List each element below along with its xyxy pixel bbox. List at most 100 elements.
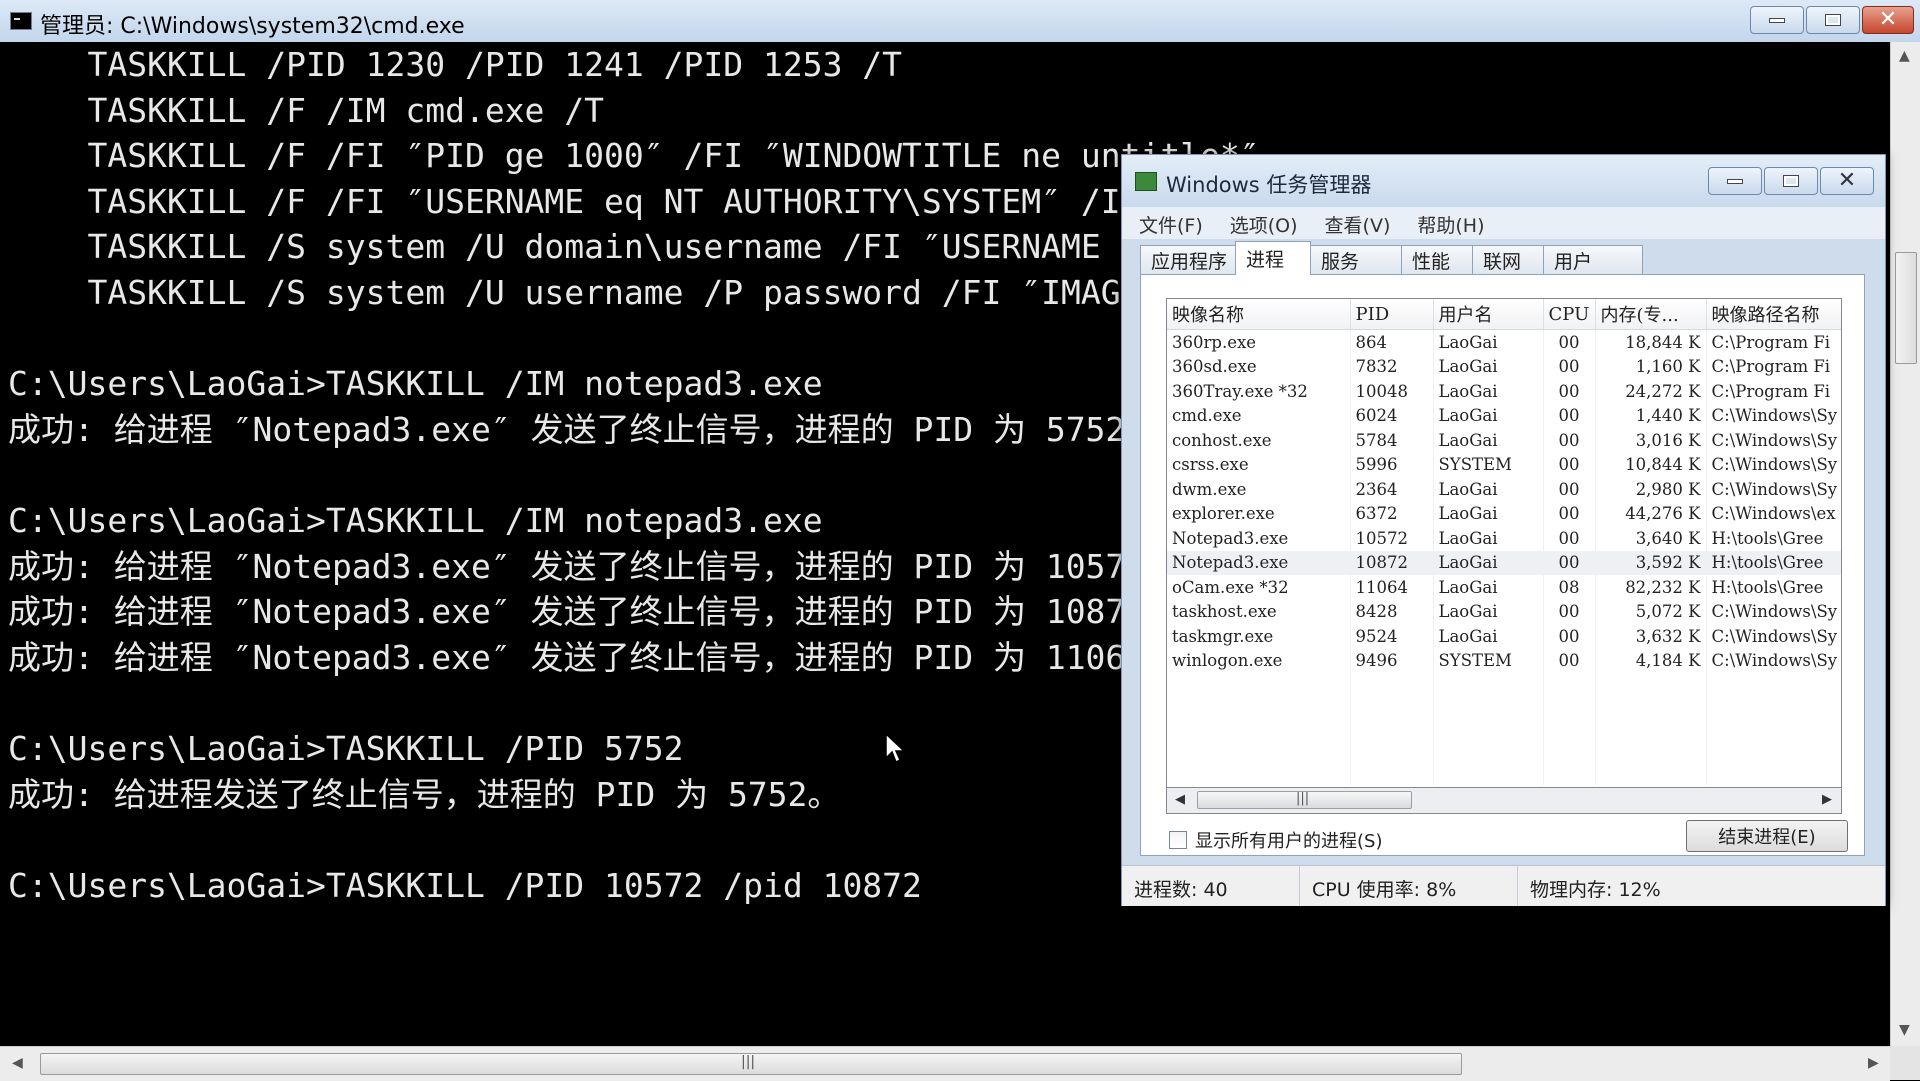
process-image-path: C:\Windows\Sy bbox=[1706, 428, 1841, 453]
scroll-right-icon[interactable]: ▶ bbox=[1822, 792, 1832, 807]
process-row[interactable]: cmd.exe 6024 LaoGai 00 1,440 K C:\Windows\Sy bbox=[1167, 403, 1841, 428]
console-horizontal-scrollbar[interactable]: ◀ ||| ▶ bbox=[0, 1046, 1890, 1081]
tab-users[interactable]: 用户 bbox=[1543, 245, 1643, 275]
column-memory[interactable]: 内存(专... bbox=[1595, 299, 1707, 330]
horizontal-scroll-thumb[interactable]: ||| bbox=[40, 1053, 1462, 1075]
status-bar: 进程数: 40 CPU 使用率: 8% 物理内存: 12% bbox=[1122, 865, 1885, 906]
column-cpu[interactable]: CPU bbox=[1543, 299, 1596, 330]
column-image-path[interactable]: 映像路径名称 bbox=[1706, 299, 1841, 330]
process-row[interactable]: explorer.exe 6372 LaoGai 00 44,276 K C:\Windo… bbox=[1167, 501, 1841, 526]
tab-performance[interactable]: 性能 bbox=[1401, 245, 1473, 275]
task-manager-titlebar[interactable]: Windows 任务管理器 ✕ bbox=[1122, 155, 1885, 207]
process-pid: 10048 bbox=[1350, 379, 1434, 404]
process-username: LaoGai bbox=[1433, 379, 1544, 404]
process-memory: 18,844 K bbox=[1595, 329, 1707, 355]
process-row[interactable]: conhost.exe 5784 LaoGai 00 3,016 K C:\Windows… bbox=[1167, 428, 1841, 453]
scroll-right-icon[interactable]: ▶ bbox=[1868, 1055, 1879, 1071]
process-image-name: oCam.exe *32 bbox=[1167, 575, 1351, 600]
grip-icon: ||| bbox=[1296, 791, 1310, 806]
vertical-scroll-thumb[interactable] bbox=[1895, 252, 1917, 364]
minimize-icon bbox=[1727, 178, 1743, 184]
tm-maximize-button[interactable] bbox=[1764, 167, 1818, 195]
console-line: 成功: 给进程 ″Notepad3.exe″ 发送了终止信号，进程的 PID 为… bbox=[8, 409, 1159, 449]
task-manager-window[interactable]: Windows 任务管理器 ✕ 文件(F) 选项(O) 查看(V) 帮助(H) … bbox=[1121, 154, 1886, 906]
process-username: LaoGai bbox=[1433, 329, 1544, 355]
process-row[interactable]: taskhost.exe 8428 LaoGai 00 5,072 K C:\Window… bbox=[1167, 599, 1841, 624]
minimize-button[interactable] bbox=[1750, 6, 1804, 34]
scroll-up-icon[interactable]: ▲ bbox=[1899, 48, 1910, 64]
maximize-button[interactable] bbox=[1806, 6, 1860, 34]
process-image-name: conhost.exe bbox=[1167, 428, 1351, 453]
menu-file[interactable]: 文件(F) bbox=[1122, 207, 1213, 239]
process-row[interactable]: taskmgr.exe 9524 LaoGai 00 3,632 K C:\Windows… bbox=[1167, 624, 1841, 649]
console-line: C:\Users\LaoGai>TASKKILL /PID 5752 bbox=[8, 728, 684, 768]
process-image-path: C:\Windows\Sy bbox=[1706, 403, 1841, 428]
menu-help[interactable]: 帮助(H) bbox=[1400, 207, 1494, 239]
empty-cell bbox=[1167, 673, 1351, 785]
tm-minimize-button[interactable] bbox=[1708, 167, 1762, 195]
process-memory: 3,016 K bbox=[1595, 428, 1707, 453]
tab-processes[interactable]: 进程 bbox=[1235, 241, 1311, 275]
console-vertical-scrollbar[interactable]: ▲ ▼ bbox=[1890, 42, 1920, 1046]
process-memory: 3,640 K bbox=[1595, 526, 1707, 551]
console-line: TASKKILL /F /IM cmd.exe /T bbox=[8, 90, 605, 130]
process-row[interactable]: dwm.exe 2364 LaoGai 00 2,980 K C:\Windows\Sy bbox=[1167, 477, 1841, 502]
process-row[interactable]: 360rp.exe 864 LaoGai 00 18,844 K C:\Program F… bbox=[1167, 329, 1841, 355]
console-line: TASKKILL /PID 1230 /PID 1241 /PID 1253 /… bbox=[8, 45, 903, 84]
process-row[interactable]: 360Tray.exe *32 10048 LaoGai 00 24,272 K C:\P… bbox=[1167, 379, 1841, 404]
process-row[interactable]: 360sd.exe 7832 LaoGai 00 1,160 K C:\Program F… bbox=[1167, 354, 1841, 379]
scroll-left-icon[interactable]: ◀ bbox=[1175, 792, 1185, 807]
process-list-empty-area[interactable] bbox=[1167, 673, 1841, 785]
tab-services[interactable]: 服务 bbox=[1310, 245, 1402, 275]
end-process-button[interactable]: 结束进程(E) bbox=[1686, 820, 1848, 852]
column-pid[interactable]: PID bbox=[1350, 299, 1434, 330]
process-cpu: 00 bbox=[1543, 501, 1596, 526]
process-row[interactable]: Notepad3.exe 10872 LaoGai 00 3,592 K H:\tools… bbox=[1167, 550, 1841, 575]
status-cpu-usage: CPU 使用率: 8% bbox=[1300, 866, 1518, 906]
show-all-users-checkbox[interactable]: 显示所有用户的进程(S) bbox=[1169, 827, 1382, 853]
process-row[interactable]: winlogon.exe 9496 SYSTEM 00 4,184 K C:\Window… bbox=[1167, 648, 1841, 673]
process-memory: 3,592 K bbox=[1595, 550, 1707, 575]
grip-icon: ||| bbox=[741, 1054, 756, 1070]
console-line: 成功: 给进程发送了终止信号，进程的 PID 为 5752。 bbox=[8, 774, 841, 814]
checkbox-box[interactable] bbox=[1169, 831, 1187, 849]
scroll-left-icon[interactable]: ◀ bbox=[12, 1055, 23, 1071]
console-line: 成功: 给进程 ″Notepad3.exe″ 发送了终止信号，进程的 PID 为… bbox=[8, 546, 1179, 586]
process-cpu: 00 bbox=[1543, 599, 1596, 624]
process-cpu: 00 bbox=[1543, 379, 1596, 404]
process-pid: 5784 bbox=[1350, 428, 1434, 453]
process-username: LaoGai bbox=[1433, 526, 1544, 551]
close-button[interactable]: ✕ bbox=[1862, 6, 1914, 34]
process-image-path: H:\tools\Gree bbox=[1706, 550, 1841, 575]
tab-networking[interactable]: 联网 bbox=[1472, 245, 1544, 275]
menu-options[interactable]: 选项(O) bbox=[1213, 207, 1308, 239]
tm-close-button[interactable]: ✕ bbox=[1820, 167, 1874, 195]
scroll-down-icon[interactable]: ▼ bbox=[1899, 1022, 1910, 1038]
process-image-path: C:\Windows\Sy bbox=[1706, 624, 1841, 649]
process-list[interactable]: 映像名称 PID 用户名 CPU 内存(专... 映像路径名称 360rp.ex… bbox=[1166, 298, 1842, 788]
menu-bar: 文件(F) 选项(O) 查看(V) 帮助(H) bbox=[1122, 207, 1885, 239]
column-username[interactable]: 用户名 bbox=[1433, 299, 1544, 330]
process-image-name: Notepad3.exe bbox=[1167, 550, 1351, 575]
process-list-scroll-thumb[interactable]: ||| bbox=[1197, 791, 1412, 809]
process-row[interactable]: csrss.exe 5996 SYSTEM 00 10,844 K C:\Windows\… bbox=[1167, 452, 1841, 477]
process-image-name: winlogon.exe bbox=[1167, 648, 1351, 673]
process-list-horizontal-scrollbar[interactable]: ◀ ||| ▶ bbox=[1166, 788, 1842, 814]
status-physical-memory: 物理内存: 12% bbox=[1530, 879, 1661, 901]
process-image-name: cmd.exe bbox=[1167, 403, 1351, 428]
process-image-path: C:\Windows\Sy bbox=[1706, 599, 1841, 624]
console-line: 成功: 给进程 ″Notepad3.exe″ 发送了终止信号，进程的 PID 为… bbox=[8, 637, 1179, 677]
process-row[interactable]: Notepad3.exe 10572 LaoGai 00 3,640 K H:\tools… bbox=[1167, 526, 1841, 551]
process-image-path: C:\Windows\ex bbox=[1706, 501, 1841, 526]
process-username: LaoGai bbox=[1433, 550, 1544, 575]
menu-view[interactable]: 查看(V) bbox=[1308, 207, 1401, 239]
process-cpu: 00 bbox=[1543, 329, 1596, 355]
cmd-titlebar[interactable]: 管理员: C:\Windows\system32\cmd.exe ✕ bbox=[0, 0, 1920, 43]
close-icon: ✕ bbox=[1878, 7, 1898, 32]
process-cpu: 00 bbox=[1543, 452, 1596, 477]
process-row[interactable]: oCam.exe *32 11064 LaoGai 08 82,232 K H:\tool… bbox=[1167, 575, 1841, 600]
process-image-name: taskhost.exe bbox=[1167, 599, 1351, 624]
process-username: LaoGai bbox=[1433, 428, 1544, 453]
column-image-name[interactable]: 映像名称 bbox=[1167, 299, 1351, 330]
tab-applications[interactable]: 应用程序 bbox=[1140, 245, 1236, 275]
